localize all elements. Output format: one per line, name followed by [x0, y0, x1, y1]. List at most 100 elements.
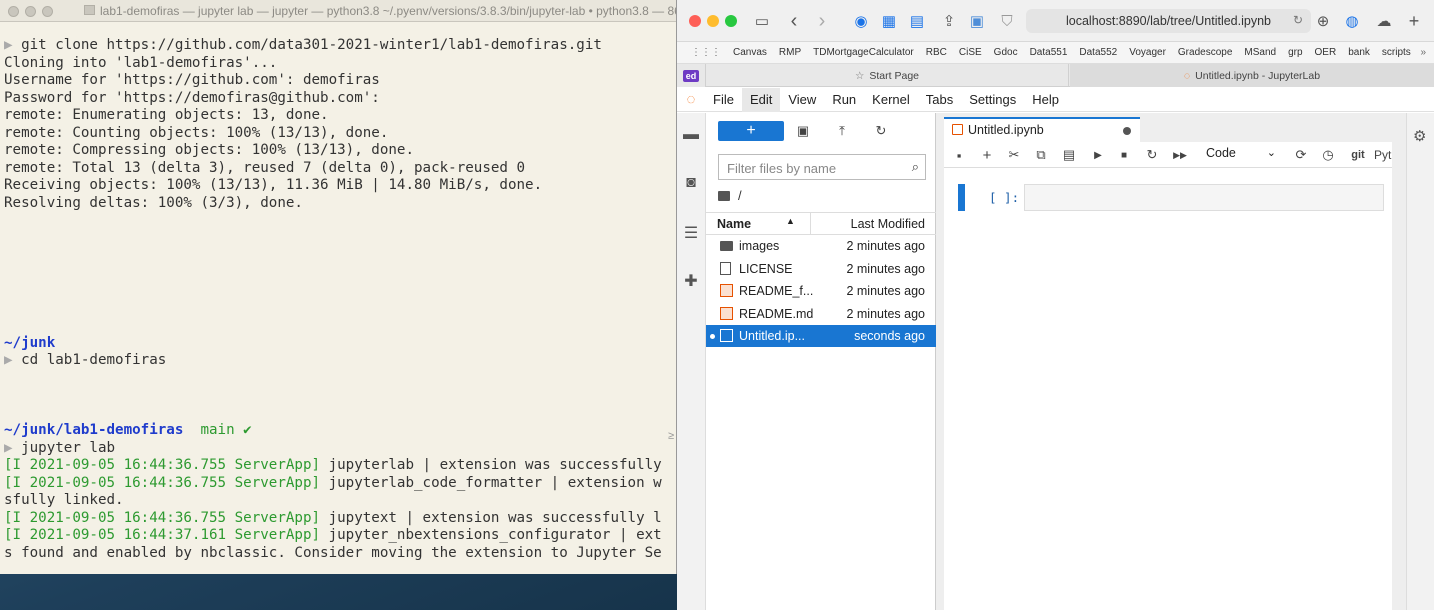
- menu-file[interactable]: File: [705, 88, 742, 112]
- breadcrumb-root[interactable]: /: [738, 188, 742, 203]
- menu-edit[interactable]: Edit: [741, 87, 781, 112]
- extension-todo-icon[interactable]: ▤: [907, 11, 927, 31]
- extension-icon[interactable]: ✚: [681, 271, 701, 291]
- menu-view[interactable]: View: [780, 88, 824, 112]
- reload-icon[interactable]: ↻: [1293, 13, 1303, 27]
- file-list-header: Name ▲ Last Modified: [706, 212, 936, 235]
- menu-kernel[interactable]: Kernel: [864, 88, 918, 112]
- extension-edge-icon[interactable]: ◉: [851, 11, 871, 31]
- log-line: s found and enabled by nbclassic. Consid…: [4, 545, 676, 563]
- filter-files-input[interactable]: Filter files by name ⌕: [718, 154, 926, 180]
- unsaved-indicator-icon[interactable]: [1123, 127, 1131, 135]
- close-button[interactable]: [689, 15, 701, 27]
- restart-icon[interactable]: ↻: [1143, 146, 1161, 164]
- terminal-output-text: remote: Counting objects: 100% (13/13), …: [4, 124, 389, 141]
- url-bar[interactable]: localhost:8890/lab/tree/Untitled.ipynb ↻: [1026, 9, 1311, 33]
- column-last-modified[interactable]: Last Modified: [851, 217, 925, 231]
- bookmark-item[interactable]: bank: [1348, 47, 1370, 58]
- cloud-icon[interactable]: ☁: [1374, 11, 1394, 31]
- browser-window[interactable]: ▭ ‹ › ◉ ▦ ▤ ⇪ ▣ ⛉ localhost:8890/lab/tre…: [677, 0, 1434, 610]
- file-row[interactable]: README.md 2 minutes ago: [706, 303, 936, 325]
- bookmark-item[interactable]: Gradescope: [1178, 47, 1232, 58]
- file-row[interactable]: README_f... 2 minutes ago: [706, 280, 936, 302]
- bookmark-item[interactable]: OER: [1315, 47, 1337, 58]
- copy-icon[interactable]: ⧉: [1032, 146, 1050, 164]
- download-icon[interactable]: ⊕: [1313, 11, 1333, 31]
- notebook-tab[interactable]: Untitled.ipynb: [944, 117, 1140, 142]
- bookmark-item[interactable]: Data551: [1030, 47, 1068, 58]
- bookmark-item[interactable]: Canvas: [733, 47, 767, 58]
- zoom-button[interactable]: [42, 6, 53, 17]
- forward-icon[interactable]: ›: [812, 10, 832, 32]
- cut-icon[interactable]: ✂: [1005, 146, 1023, 164]
- table-of-contents-icon[interactable]: ☰: [681, 223, 701, 243]
- terminal-output-text: remote: Enumerating objects: 13, done.: [4, 107, 329, 123]
- clock-icon[interactable]: ◷: [1319, 146, 1337, 164]
- bookmark-item[interactable]: TDMortgageCalculator: [813, 47, 914, 58]
- new-tab-icon[interactable]: +: [1404, 11, 1424, 31]
- account-icon[interactable]: ◍: [1342, 11, 1362, 31]
- property-inspector-icon[interactable]: ⚙: [1413, 127, 1426, 145]
- prompt-path: ~/junk/lab1-demofiras: [4, 422, 184, 438]
- insert-cell-icon[interactable]: +: [978, 146, 996, 164]
- extension-grid-icon[interactable]: ▦: [879, 11, 899, 31]
- folder-icon[interactable]: ▬: [681, 125, 701, 145]
- minimize-button[interactable]: [707, 15, 719, 27]
- fast-forward-icon[interactable]: ▶▶: [1171, 146, 1189, 164]
- sidebar-toggle-icon[interactable]: ▭: [752, 11, 772, 31]
- bookmark-item[interactable]: CiSE: [959, 47, 982, 58]
- bookmarks-overflow-icon[interactable]: »: [1420, 47, 1426, 58]
- file-row[interactable]: Untitled.ip... seconds ago: [706, 325, 936, 347]
- left-sidebar: ▬ ◙ ☰ ✚: [677, 113, 706, 610]
- stop-icon[interactable]: ■: [1115, 146, 1133, 164]
- tab-start-page[interactable]: ☆ Start Page: [705, 64, 1069, 87]
- menu-tabs[interactable]: Tabs: [918, 88, 961, 112]
- menu-help[interactable]: Help: [1024, 88, 1067, 112]
- privacy-shield-icon[interactable]: ⛉: [997, 11, 1017, 31]
- bookmark-item[interactable]: Voyager: [1129, 47, 1166, 58]
- bookmark-item[interactable]: scripts: [1382, 47, 1411, 58]
- refresh-icon[interactable]: ↻: [871, 121, 891, 141]
- bookmarks-grid-icon[interactable]: ⋮⋮⋮: [691, 47, 721, 58]
- bookmark-item[interactable]: Gdoc: [994, 47, 1018, 58]
- save-icon[interactable]: ▪: [950, 146, 968, 164]
- menu-run[interactable]: Run: [824, 88, 864, 112]
- bookmark-item[interactable]: MSand: [1244, 47, 1276, 58]
- run-icon[interactable]: ▶: [1089, 146, 1107, 164]
- notebook-toolbar: ▪ + ✂ ⧉ ▤ ▶ ■ ↻ ▶▶ Code ⌄ ⟳ ◷ git Pyt: [944, 142, 1392, 168]
- git-button[interactable]: git: [1346, 146, 1370, 164]
- cell-type-select[interactable]: Code ⌄: [1206, 146, 1276, 160]
- bookmark-item[interactable]: RBC: [926, 47, 947, 58]
- tab-jupyterlab[interactable]: ◌ Untitled.ipynb - JupyterLab: [1070, 64, 1434, 87]
- upload-icon[interactable]: ⤒: [832, 121, 852, 141]
- code-cell[interactable]: [ ]:: [958, 184, 1384, 211]
- column-name[interactable]: Name ▲: [706, 213, 811, 234]
- terminal-line: ▶ jupyter lab: [4, 440, 676, 458]
- minimize-button[interactable]: [25, 6, 36, 17]
- terminal-line: remote: Compressing objects: 100% (13/13…: [4, 142, 676, 160]
- menu-settings[interactable]: Settings: [961, 88, 1024, 112]
- bookmark-item[interactable]: grp: [1288, 47, 1302, 58]
- bookmark-item[interactable]: RMP: [779, 47, 801, 58]
- ed-tab[interactable]: ed: [677, 64, 705, 87]
- file-row[interactable]: images 2 minutes ago: [706, 235, 936, 257]
- kernel-name[interactable]: Pyt: [1374, 146, 1392, 164]
- new-folder-icon[interactable]: ▣: [793, 121, 813, 141]
- terminal-window[interactable]: lab1-demofiras — jupyter lab — jupyter —…: [0, 0, 677, 574]
- terminal-titlebar[interactable]: lab1-demofiras — jupyter lab — jupyter —…: [0, 0, 676, 22]
- running-icon[interactable]: ◙: [681, 173, 701, 193]
- new-launcher-button[interactable]: +: [718, 121, 784, 141]
- log-line: [I 2021-09-05 16:44:36.755 ServerApp] ju…: [4, 457, 676, 475]
- format-icon[interactable]: ⟳: [1292, 146, 1310, 164]
- file-modified: 2 minutes ago: [846, 284, 925, 298]
- back-icon[interactable]: ‹: [784, 10, 804, 32]
- tab-overview-icon[interactable]: ▣: [967, 11, 987, 31]
- zoom-button[interactable]: [725, 15, 737, 27]
- folder-icon[interactable]: [718, 190, 730, 201]
- bookmark-item[interactable]: Data552: [1079, 47, 1117, 58]
- paste-icon[interactable]: ▤: [1060, 146, 1078, 164]
- cell-input[interactable]: [1024, 184, 1384, 211]
- share-icon[interactable]: ⇪: [939, 11, 959, 31]
- close-button[interactable]: [8, 6, 19, 17]
- file-row[interactable]: LICENSE 2 minutes ago: [706, 258, 936, 280]
